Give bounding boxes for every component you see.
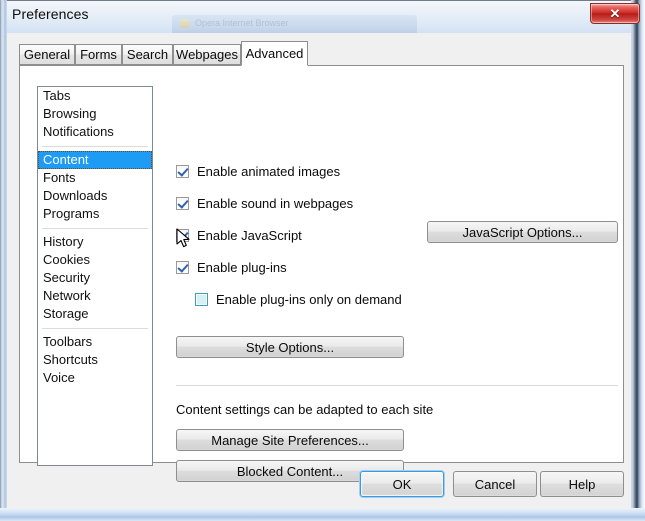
cancel-button[interactable]: Cancel <box>453 471 537 497</box>
tab-label: General <box>23 47 71 62</box>
dialog-body: General Forms Search Webpages Advanced Tabs B… <box>7 33 631 508</box>
sidebar-item-browsing[interactable]: Browsing <box>38 105 152 123</box>
sidebar-item-network[interactable]: Network <box>38 287 152 305</box>
checkbox-checked-icon[interactable] <box>176 228 189 242</box>
checkbox-label: Enable JavaScript <box>197 227 302 243</box>
background-window-peek: Opera Internet Browser <box>172 15 417 34</box>
sidebar-item-toolbars[interactable]: Toolbars <box>38 333 152 351</box>
category-group-divider <box>38 223 152 233</box>
tab-label: Webpages <box>176 47 238 62</box>
window-edge-left <box>0 0 7 521</box>
checkbox-label: Enable sound in webpages <box>197 195 354 211</box>
sidebar-item-programs[interactable]: Programs <box>38 205 152 223</box>
sidebar-item-content[interactable]: Content <box>38 151 152 169</box>
sidebar-item-fonts[interactable]: Fonts <box>38 169 152 187</box>
site-settings-hint: Content settings can be adapted to each … <box>176 402 434 417</box>
checkbox-unchecked-icon[interactable] <box>195 292 208 306</box>
section-divider <box>176 385 618 386</box>
checkbox-row[interactable]: Enable plug-ins <box>176 258 287 276</box>
checkbox-label: Enable animated images <box>197 163 341 179</box>
style-options-button[interactable]: Style Options... <box>176 336 404 358</box>
window-edge-right <box>631 0 645 521</box>
manage-site-preferences-label: Manage Site Preferences... <box>211 432 369 448</box>
tab-label: Search <box>126 47 169 62</box>
background-window-icon <box>180 19 189 28</box>
checkbox-label: Enable plug-ins <box>197 259 287 275</box>
title-bar[interactable]: Opera Internet Browser Preferences ✕ <box>1 1 644 34</box>
sidebar-item-voice[interactable]: Voice <box>38 369 152 387</box>
sidebar-item-downloads[interactable]: Downloads <box>38 187 152 205</box>
checkbox-label: Enable plug-ins only on demand <box>216 291 402 307</box>
style-options-label: Style Options... <box>245 339 335 355</box>
manage-site-preferences-button[interactable]: Manage Site Preferences... <box>176 429 404 451</box>
preferences-window: Opera Internet Browser Preferences ✕ Gen… <box>0 0 645 521</box>
background-window-label: Opera Internet Browser <box>195 18 289 28</box>
sidebar-item-notifications[interactable]: Notifications <box>38 123 152 141</box>
sidebar-item-storage[interactable]: Storage <box>38 305 152 323</box>
background-window-titlebar <box>172 15 417 34</box>
category-listbox[interactable]: Tabs Browsing Notifications Content Fonts Dow… <box>37 86 153 466</box>
close-icon: ✕ <box>609 6 621 21</box>
category-group-divider <box>38 323 152 333</box>
javascript-options-button[interactable]: JavaScript Options... <box>427 221 618 243</box>
javascript-options-label: JavaScript Options... <box>462 224 583 240</box>
checkbox-checked-icon[interactable] <box>176 260 189 274</box>
checkbox-row[interactable]: Enable plug-ins only on demand <box>195 290 402 308</box>
tab-search[interactable]: Search <box>122 44 173 65</box>
window-title: Preferences <box>12 6 89 22</box>
ok-button[interactable]: OK <box>360 471 444 497</box>
ok-label: OK <box>392 476 412 492</box>
window-edge-bottom <box>0 508 645 521</box>
category-group-divider <box>38 141 152 151</box>
tab-advanced[interactable]: Advanced <box>241 41 308 66</box>
help-label: Help <box>568 476 596 492</box>
tab-label: Forms <box>80 47 117 62</box>
sidebar-item-history[interactable]: History <box>38 233 152 251</box>
checkbox-checked-icon[interactable] <box>176 164 189 178</box>
close-button[interactable]: ✕ <box>590 3 640 24</box>
sidebar-item-security[interactable]: Security <box>38 269 152 287</box>
content-settings-pane: JavaScript Options... Style Options... C… <box>163 78 618 482</box>
checkbox-row[interactable]: Enable animated images <box>176 162 340 180</box>
tab-label: Advanced <box>245 46 304 61</box>
sidebar-item-shortcuts[interactable]: Shortcuts <box>38 351 152 369</box>
checkbox-row[interactable]: Enable sound in webpages <box>176 194 353 212</box>
tab-general[interactable]: General <box>19 44 75 65</box>
checkbox-checked-icon[interactable] <box>176 196 189 210</box>
dialog-button-bar: OK Cancel Help <box>19 471 624 499</box>
sidebar-item-cookies[interactable]: Cookies <box>38 251 152 269</box>
tab-forms[interactable]: Forms <box>75 44 122 65</box>
tab-panel-advanced: Tabs Browsing Notifications Content Fonts Dow… <box>19 65 624 482</box>
sidebar-item-tabs[interactable]: Tabs <box>38 87 152 105</box>
help-button[interactable]: Help <box>540 471 624 497</box>
checkbox-row[interactable]: Enable JavaScript <box>176 226 302 244</box>
tab-webpages[interactable]: Webpages <box>173 44 241 65</box>
cancel-label: Cancel <box>474 476 516 492</box>
